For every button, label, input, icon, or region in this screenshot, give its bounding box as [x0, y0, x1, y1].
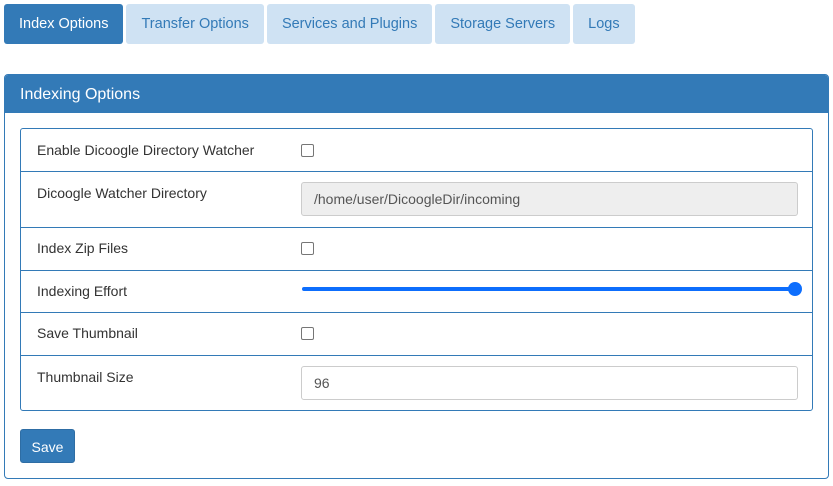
- option-row-watcher-directory: Dicoogle Watcher Directory /home/user/Di…: [21, 171, 812, 227]
- slider-thumb[interactable]: [788, 282, 802, 296]
- indexing-options-panel: Indexing Options Enable Dicoogle Directo…: [4, 74, 829, 479]
- watcher-enabled-checkbox[interactable]: [301, 144, 314, 157]
- tab-bar: Index Options Transfer Options Services …: [4, 4, 635, 44]
- tab-storage-servers[interactable]: Storage Servers: [435, 4, 571, 44]
- option-row-indexing-effort: Indexing Effort: [21, 270, 812, 312]
- tab-transfer-options[interactable]: Transfer Options: [126, 4, 264, 44]
- option-row-thumbnail-size: Thumbnail Size 96: [21, 355, 812, 410]
- indexing-effort-label: Indexing Effort: [37, 283, 128, 299]
- save-button[interactable]: Save: [20, 429, 75, 463]
- option-row-index-zip: Index Zip Files: [21, 227, 812, 270]
- index-zip-label: Index Zip Files: [37, 240, 129, 256]
- options-list: Enable Dicoogle Directory Watcher Dicoog…: [20, 128, 813, 411]
- panel-title: Indexing Options: [5, 75, 828, 113]
- slider-fill: [302, 287, 798, 291]
- tab-logs[interactable]: Logs: [573, 4, 635, 44]
- save-thumbnail-checkbox[interactable]: [301, 327, 314, 340]
- watcher-enabled-label: Enable Dicoogle Directory Watcher: [37, 142, 255, 158]
- tab-index-options[interactable]: Index Options: [4, 4, 124, 44]
- indexing-effort-slider[interactable]: [302, 279, 802, 299]
- thumbnail-size-input[interactable]: 96: [301, 366, 798, 400]
- save-thumbnail-label: Save Thumbnail: [37, 325, 138, 341]
- thumbnail-size-label: Thumbnail Size: [37, 369, 134, 385]
- tab-services-and-plugins[interactable]: Services and Plugins: [266, 4, 433, 44]
- option-row-watcher-enabled: Enable Dicoogle Directory Watcher: [21, 129, 812, 171]
- watcher-directory-label: Dicoogle Watcher Directory: [37, 185, 207, 201]
- index-zip-checkbox[interactable]: [301, 242, 314, 255]
- option-row-save-thumbnail: Save Thumbnail: [21, 312, 812, 355]
- watcher-directory-input[interactable]: /home/user/DicoogleDir/incoming: [301, 182, 798, 216]
